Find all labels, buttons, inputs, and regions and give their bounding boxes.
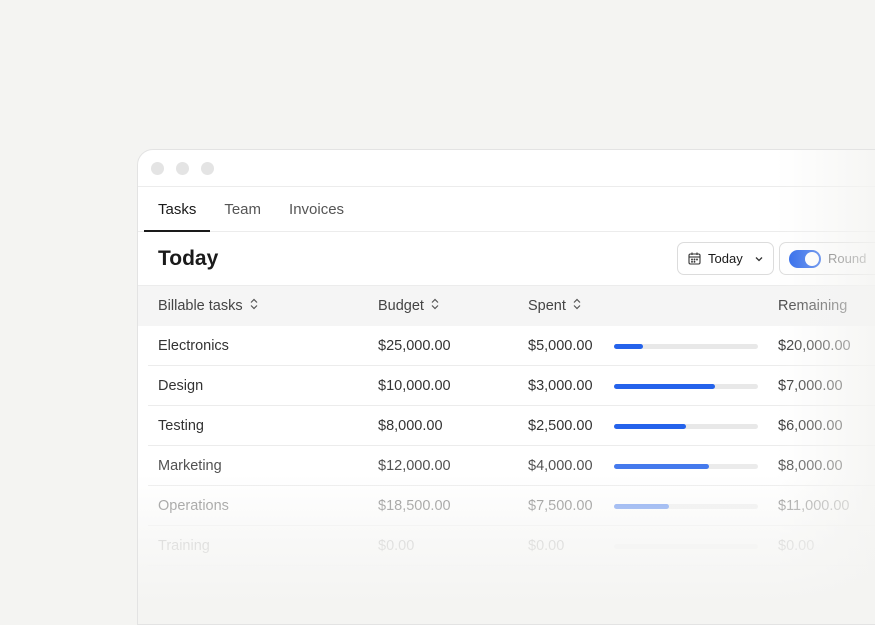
budget-value: $8,000.00 xyxy=(378,418,443,434)
calendar-icon xyxy=(688,252,701,265)
page-header: Today Today Round xyxy=(138,232,875,286)
progress-bar-fill xyxy=(614,344,643,349)
window-titlebar xyxy=(138,150,875,187)
task-name: Testing xyxy=(158,418,204,434)
table-row[interactable]: Testing $8,000.00 $2,500.00 $6,000.00 xyxy=(138,406,875,446)
task-name: Training xyxy=(158,538,210,554)
column-label: Budget xyxy=(378,298,424,314)
sort-icon[interactable] xyxy=(249,298,259,314)
progress-bar xyxy=(614,424,758,429)
spent-value: $0.00 xyxy=(528,538,565,554)
budget-value: $25,000.00 xyxy=(378,338,451,354)
budget-value: $0.00 xyxy=(378,538,415,554)
app-window: Tasks Team Invoices Today Today Round Bi… xyxy=(137,149,875,625)
page-title: Today xyxy=(158,246,219,270)
spent-value: $3,000.00 xyxy=(528,378,593,394)
sort-icon[interactable] xyxy=(572,298,582,314)
round-toggle-button[interactable]: Round xyxy=(779,242,875,275)
round-toggle-label: Round xyxy=(828,251,867,266)
task-name: Marketing xyxy=(158,458,222,474)
progress-bar-fill xyxy=(614,464,710,469)
date-picker-label: Today xyxy=(708,251,743,266)
sort-icon[interactable] xyxy=(430,298,440,314)
tab-tasks[interactable]: Tasks xyxy=(144,187,211,232)
table-header: Billable tasks Budget Spent Remaining xyxy=(138,286,875,326)
spent-value: $2,500.00 xyxy=(528,418,593,434)
table-body: Electronics $25,000.00 $5,000.00 $20,000… xyxy=(138,326,875,566)
task-name: Electronics xyxy=(158,338,229,354)
table-row[interactable]: Marketing $12,000.00 $4,000.00 $8,000.00 xyxy=(138,446,875,486)
table-row[interactable]: Electronics $25,000.00 $5,000.00 $20,000… xyxy=(138,326,875,366)
remaining-value: $7,000.00 xyxy=(778,378,843,394)
budget-value: $12,000.00 xyxy=(378,458,451,474)
remaining-value: $6,000.00 xyxy=(778,418,843,434)
progress-bar-fill xyxy=(614,384,715,389)
window-maximize-dot[interactable] xyxy=(201,161,214,175)
table-row[interactable]: Training $0.00 $0.00 $0.00 xyxy=(138,526,875,566)
chevron-down-icon xyxy=(754,254,764,264)
window-close-dot[interactable] xyxy=(151,161,164,175)
column-header-billable-tasks[interactable]: Billable tasks xyxy=(158,298,259,314)
column-header-remaining[interactable]: Remaining xyxy=(778,298,847,314)
remaining-value: $8,000.00 xyxy=(778,458,843,474)
remaining-value: $0.00 xyxy=(778,538,815,554)
task-name: Operations xyxy=(158,498,229,514)
progress-bar xyxy=(614,464,758,469)
progress-bar xyxy=(614,344,758,349)
progress-bar-fill xyxy=(614,424,686,429)
spent-value: $4,000.00 xyxy=(528,458,593,474)
date-picker-button[interactable]: Today xyxy=(677,242,774,275)
table-row[interactable]: Design $10,000.00 $3,000.00 $7,000.00 xyxy=(138,366,875,406)
tab-team[interactable]: Team xyxy=(210,187,275,231)
tab-bar: Tasks Team Invoices xyxy=(138,187,875,232)
column-label: Billable tasks xyxy=(158,298,243,314)
task-name: Design xyxy=(158,378,204,394)
remaining-value: $20,000.00 xyxy=(778,338,851,354)
column-label: Remaining xyxy=(778,298,848,314)
toggle-switch[interactable] xyxy=(789,249,821,268)
progress-bar-fill xyxy=(614,504,669,509)
progress-bar xyxy=(614,544,758,549)
remaining-value: $11,000.00 xyxy=(778,498,850,514)
column-header-spent[interactable]: Spent xyxy=(528,298,582,314)
spent-value: $5,000.00 xyxy=(528,338,593,354)
progress-bar xyxy=(614,384,758,389)
budget-value: $18,500.00 xyxy=(378,498,451,514)
window-minimize-dot[interactable] xyxy=(176,161,189,175)
budget-value: $10,000.00 xyxy=(378,378,451,394)
tab-invoices[interactable]: Invoices xyxy=(275,187,358,231)
spent-value: $7,500.00 xyxy=(528,498,593,514)
column-header-budget[interactable]: Budget xyxy=(378,298,440,314)
table-row[interactable]: Operations $18,500.00 $7,500.00 $11,000.… xyxy=(138,486,875,526)
column-label: Spent xyxy=(528,298,566,314)
progress-bar xyxy=(614,504,758,509)
